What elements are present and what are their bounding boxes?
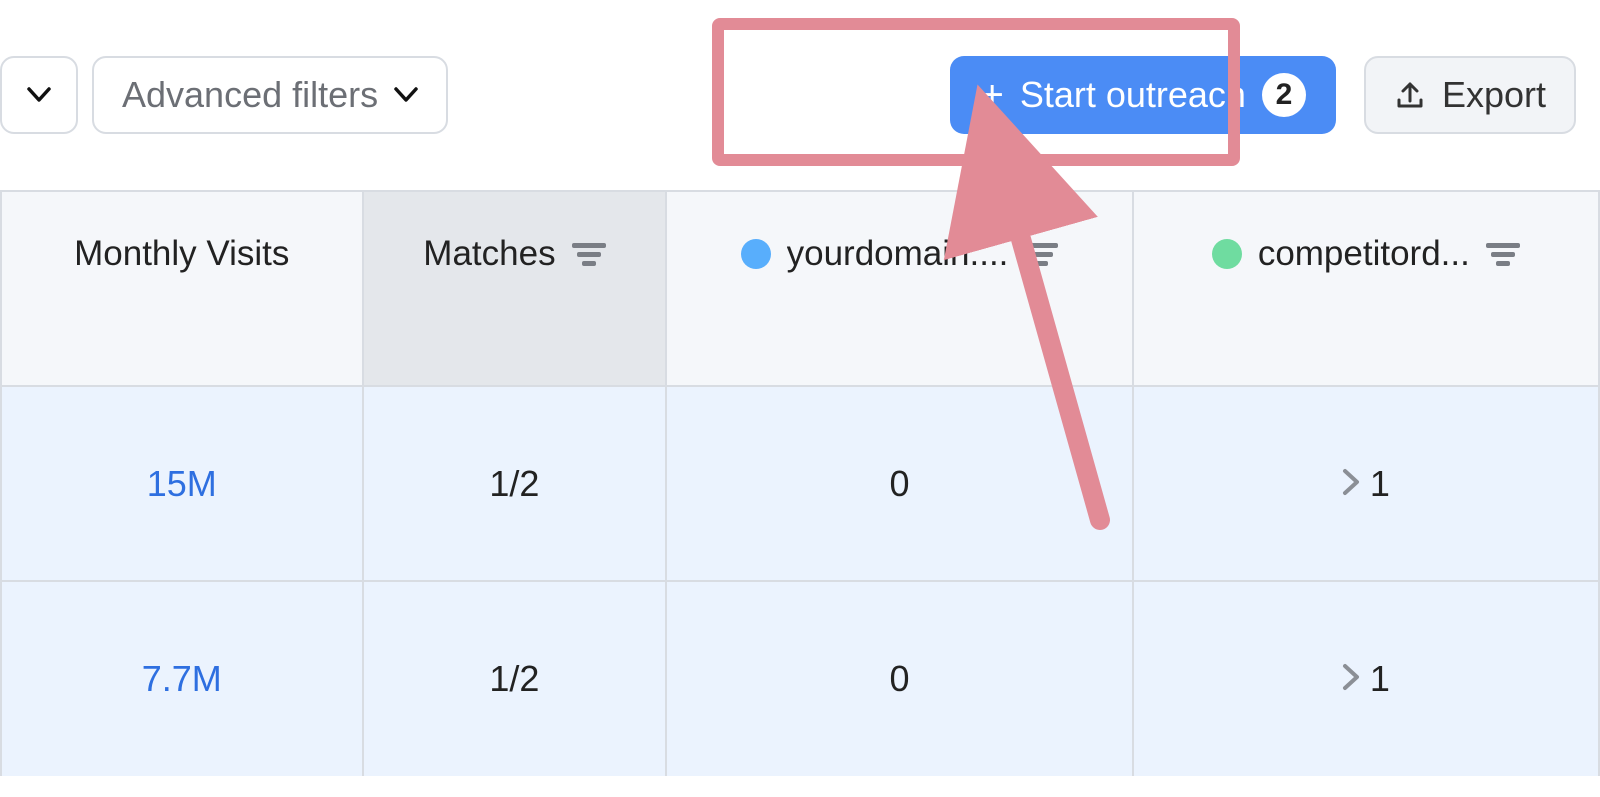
- competitor-value: 1: [1342, 463, 1390, 505]
- monthly-visits-value[interactable]: 15M: [147, 463, 217, 504]
- results-table: Monthly Visits Matches: [0, 190, 1600, 776]
- table-row[interactable]: 15M 1/2 0 1: [1, 386, 1599, 581]
- toolbar-left: Advanced filters: [0, 56, 448, 134]
- start-outreach-button[interactable]: + Start outreach 2: [950, 56, 1335, 134]
- domain-dot-icon: [741, 239, 771, 269]
- competitor-value: 1: [1342, 658, 1390, 700]
- table-header-row: Monthly Visits Matches: [1, 191, 1599, 386]
- chevron-right-icon: [1342, 463, 1360, 505]
- filter-toolbar: Advanced filters + Start outreach 2 Expo…: [0, 0, 1600, 190]
- filter-dropdown-collapsed[interactable]: [0, 56, 78, 134]
- table-row[interactable]: 7.7M 1/2 0 1: [1, 581, 1599, 776]
- plus-icon: +: [980, 75, 1003, 115]
- sort-icon: [572, 241, 606, 267]
- export-button[interactable]: Export: [1364, 56, 1576, 134]
- yourdomain-value: 0: [890, 658, 910, 699]
- export-label: Export: [1442, 74, 1546, 116]
- matches-value: 1/2: [489, 658, 539, 699]
- col-yourdomain[interactable]: yourdomain....: [666, 191, 1132, 386]
- export-icon: [1394, 79, 1426, 111]
- sort-icon: [1024, 241, 1058, 267]
- chevron-down-icon: [394, 87, 418, 103]
- sort-icon: [1486, 241, 1520, 267]
- yourdomain-value: 0: [890, 463, 910, 504]
- advanced-filters-button[interactable]: Advanced filters: [92, 56, 448, 134]
- selection-count-badge: 2: [1262, 73, 1306, 117]
- start-outreach-label: Start outreach: [1020, 74, 1246, 116]
- col-competitor[interactable]: competitord...: [1133, 191, 1599, 386]
- chevron-right-icon: [1342, 658, 1360, 700]
- col-monthly-visits[interactable]: Monthly Visits: [1, 191, 363, 386]
- domain-dot-icon: [1212, 239, 1242, 269]
- chevron-down-icon: [27, 87, 51, 103]
- monthly-visits-value[interactable]: 7.7M: [142, 658, 222, 699]
- advanced-filters-label: Advanced filters: [122, 74, 378, 116]
- toolbar-right: + Start outreach 2 Export: [950, 56, 1576, 134]
- col-matches[interactable]: Matches: [363, 191, 667, 386]
- matches-value: 1/2: [489, 463, 539, 504]
